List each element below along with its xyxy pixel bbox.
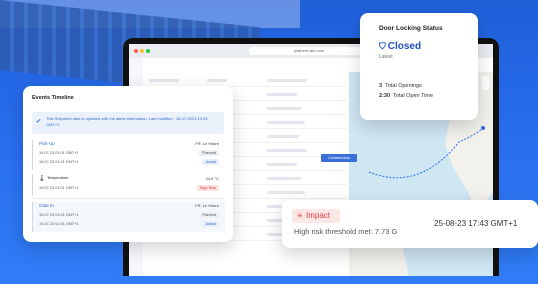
gate-in-location: FR, Le Havre (195, 203, 219, 208)
update-info-banner: ✔ This Shipment data is updated with the… (32, 112, 224, 134)
actual-badge: Actual (202, 221, 219, 227)
gate-in-event: Gate In FR, Le Havre 19-07-23 01:01 GMT+… (32, 202, 225, 232)
door-status: ⛉ Closed (379, 41, 421, 52)
pickup-location: FR, Le Havre (195, 141, 219, 146)
total-open-time: 2:30 Total Open Time (379, 93, 433, 99)
door-status-value: Closed (387, 41, 422, 52)
update-info-text: This Shipment data is updated with the l… (46, 116, 208, 127)
pickup-planned-time: 19-07-23 01:01 GMT+1 (39, 151, 79, 155)
impact-badge: ✳ Impact (292, 209, 340, 223)
total-openings: 3 Total Openings (379, 83, 422, 89)
actual-badge: Actual (202, 159, 219, 165)
total-open-time-label: Total Open Time (393, 93, 434, 99)
pickup-label: Pick-Up (39, 141, 55, 146)
temperature-event: 🌡 Temperature 34.6 °C 19-07-23 01:01 GMT… (32, 174, 225, 196)
alert-icon: ✳ (297, 213, 303, 220)
close-dot-icon[interactable] (134, 49, 138, 53)
total-openings-label: Total Openings (385, 83, 422, 89)
temperature-time: 19-07-23 01:01 GMT+1 (39, 186, 79, 190)
impact-badge-label: Impact (306, 211, 331, 220)
gate-in-planned-time: 19-07-23 01:01 GMT+1 (39, 213, 79, 217)
pickup-event: Pick-Up FR, Le Havre 19-07-23 01:01 GMT+… (32, 140, 225, 170)
pickup-actual-time: 19-07-23 01:01 GMT+1 (39, 160, 79, 164)
total-open-time-value: 2:30 (379, 93, 391, 99)
checkmark-icon: ✔ (36, 119, 42, 125)
impact-description: High risk threshold met: 7.73 G (294, 227, 398, 236)
gate-in-label: Gate In (39, 203, 54, 208)
planned-badge: Planned (199, 150, 219, 156)
impact-alert-card: ✳ Impact High risk threshold met: 7.73 G… (282, 200, 538, 248)
door-locking-status-card: Door Locking Status ⛉ Closed Latest 3 Tota… (360, 13, 478, 120)
maximize-dot-icon[interactable] (146, 49, 150, 53)
planned-badge: Planned (199, 212, 219, 218)
door-status-sub: Latest (379, 54, 393, 60)
high-risk-badge: High Risk (196, 185, 219, 191)
total-openings-value: 3 (379, 83, 383, 89)
vessel-marker[interactable]: Containership (321, 154, 357, 162)
shield-icon: ⛉ (379, 41, 386, 51)
zoom-controls[interactable] (482, 76, 489, 90)
gate-in-actual-time: 19-07-23 01:01 GMT+1 (39, 222, 79, 226)
thermometer-icon: 🌡 (38, 176, 46, 182)
door-locking-title: Door Locking Status (379, 25, 443, 32)
divider (32, 198, 224, 199)
temperature-label: Temperature (47, 176, 69, 180)
events-timeline-title: Events Timeline (32, 95, 74, 101)
temperature-value: 34.6 °C (205, 176, 219, 181)
minimize-dot-icon[interactable] (140, 49, 144, 53)
impact-timestamp: 25-08-23 17:43 GMT+1 (434, 219, 518, 228)
address-bar[interactable]: platform.site.com (249, 47, 369, 55)
route-endpoint-icon[interactable] (481, 126, 485, 130)
events-timeline-card: Events Timeline ✔ This Shipment data is … (23, 86, 233, 242)
